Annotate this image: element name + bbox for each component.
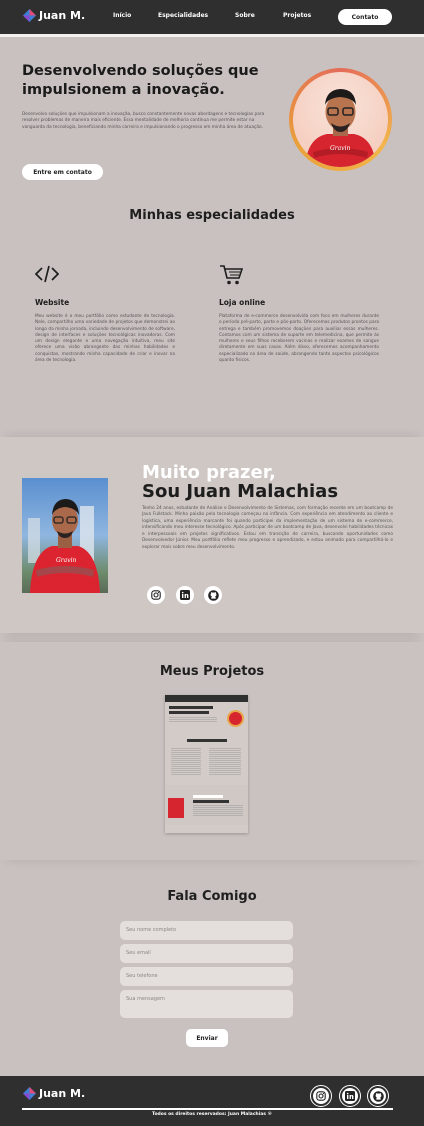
- about-greeting: Muito prazer,: [142, 462, 276, 483]
- profile-photo: Gravin: [293, 72, 388, 167]
- instagram-icon: [316, 1091, 326, 1101]
- instagram-icon: [151, 590, 161, 600]
- email-field[interactable]: Seu email: [120, 944, 293, 963]
- skill-title-loja: Loja online: [219, 298, 266, 307]
- code-icon: [35, 265, 59, 283]
- about-instagram-button[interactable]: [147, 586, 165, 604]
- top-header: Juan M. Início Especialidades Sobre Proj…: [0, 0, 424, 34]
- skill-title-website: Website: [35, 298, 70, 307]
- specialties-title: Minhas especialidades: [129, 208, 295, 223]
- header-divider: [0, 34, 424, 37]
- name-field[interactable]: Seu nome completo: [120, 921, 293, 940]
- message-field[interactable]: Sua mensagem: [120, 990, 293, 1018]
- logo-diamond-icon: [23, 9, 36, 22]
- github-icon: [207, 589, 219, 601]
- about-linkedin-button[interactable]: [176, 586, 194, 604]
- nav-projetos[interactable]: Projetos: [283, 12, 311, 19]
- thumb-title-line: [169, 706, 213, 709]
- phone-field[interactable]: Seu telefone: [120, 967, 293, 986]
- hero-description: Desenvolvo soluções que impulsionam a in…: [22, 112, 265, 130]
- nav-inicio[interactable]: Início: [113, 12, 131, 19]
- about-name: Sou Juan Malachias: [142, 481, 339, 502]
- hero-avatar: Gravin: [289, 68, 392, 171]
- svg-text:Gravin: Gravin: [56, 557, 77, 564]
- thumb-avatar: [227, 710, 244, 727]
- contact-button[interactable]: Contato: [338, 9, 392, 25]
- thumb-title-line: [169, 711, 209, 714]
- thumb-text: [193, 805, 243, 817]
- person-illustration: Gravin: [305, 89, 376, 167]
- nav-sobre[interactable]: Sobre: [235, 12, 255, 19]
- linkedin-icon: [180, 590, 190, 600]
- thumb-text: [171, 748, 201, 776]
- projects-title: Meus Projetos: [159, 664, 265, 679]
- project-thumbnail[interactable]: [165, 695, 248, 833]
- shopping-cart-icon: [220, 265, 243, 285]
- footer-github-button[interactable]: [367, 1085, 389, 1107]
- footer: [0, 1076, 424, 1126]
- footer-copyright: Todos os direitos reservados: Juan Malac…: [151, 1112, 273, 1117]
- about-text: Tenho 24 anos, estudante de Análise e De…: [142, 506, 393, 550]
- svg-text:Gravin: Gravin: [330, 145, 351, 152]
- footer-linkedin-button[interactable]: [339, 1085, 361, 1107]
- thumb-section-title: [187, 739, 227, 742]
- submit-button[interactable]: Enviar: [186, 1029, 228, 1047]
- thumb-photo: [168, 798, 184, 818]
- about-photo: Gravin: [22, 478, 108, 593]
- hero-title: Desenvolvendo soluções que impulsionem a…: [22, 63, 259, 98]
- logo-text: Juan M.: [39, 9, 86, 22]
- person-photo-illustration: Gravin: [28, 499, 100, 593]
- thumb-greeting: [193, 795, 223, 798]
- about-github-button[interactable]: [204, 586, 222, 604]
- thumb-text: [209, 748, 241, 776]
- footer-divider: [22, 1108, 393, 1110]
- nav-especialidades[interactable]: Especialidades: [158, 12, 208, 19]
- contact-title: Fala Comigo: [167, 889, 257, 904]
- github-icon: [372, 1090, 384, 1102]
- logo-diamond-icon: [23, 1087, 36, 1100]
- thumb-name: [193, 800, 229, 803]
- footer-logo-text: Juan M.: [39, 1087, 86, 1100]
- skill-desc-loja: Plataforma de e-commerce desenvolvida co…: [219, 314, 379, 364]
- thumb-text: [169, 717, 217, 723]
- footer-instagram-button[interactable]: [310, 1085, 332, 1107]
- linkedin-icon: [345, 1091, 355, 1101]
- skill-desc-website: Meu website é o meu portfólio como estud…: [35, 314, 175, 364]
- footer-logo[interactable]: Juan M.: [23, 1087, 85, 1100]
- hero-contact-button[interactable]: Entre em contato: [22, 164, 103, 180]
- thumb-header: [165, 695, 248, 702]
- logo[interactable]: Juan M.: [23, 9, 85, 22]
